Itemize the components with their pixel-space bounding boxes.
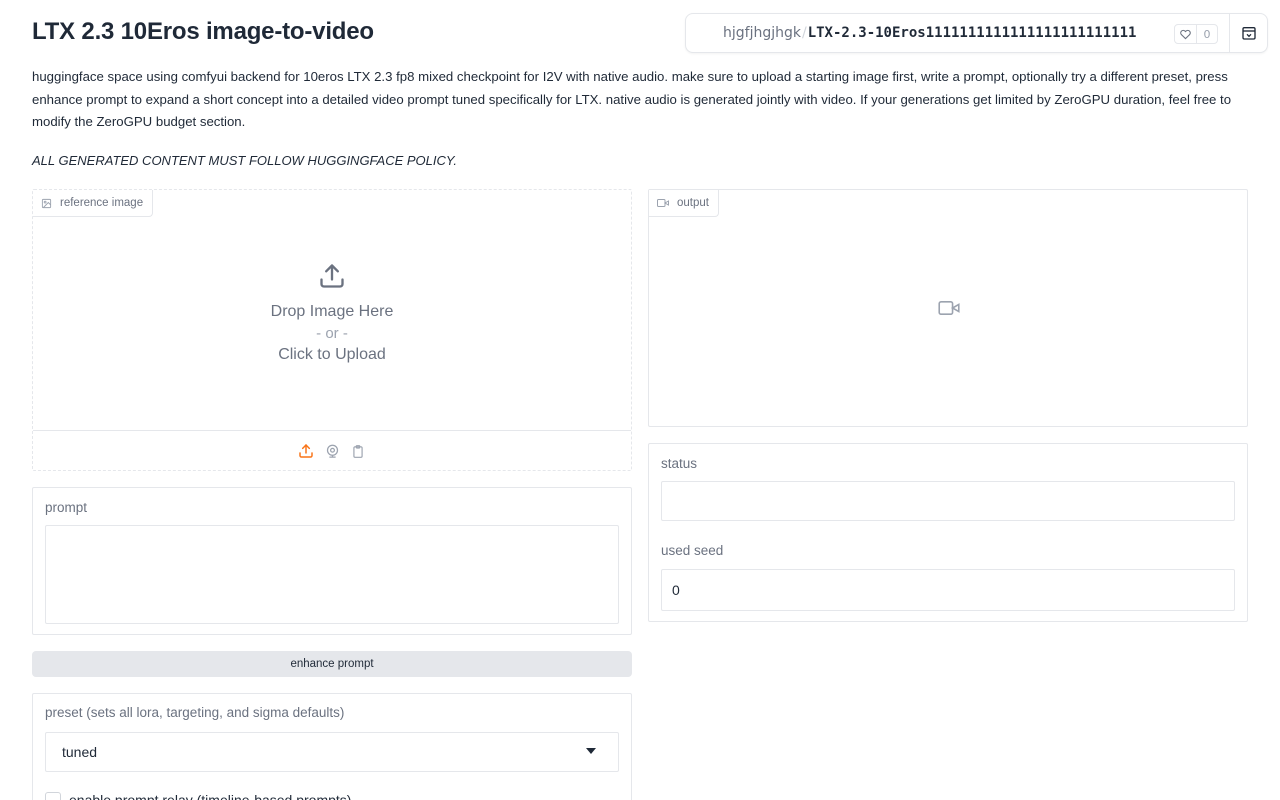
preset-selected-value: tuned xyxy=(62,744,98,760)
app-description: huggingface space using comfyui backend … xyxy=(32,69,1232,129)
webcam-source-button[interactable] xyxy=(323,442,341,460)
preset-block: preset (sets all lora, targeting, and si… xyxy=(32,693,632,800)
used-seed-label: used seed xyxy=(661,543,724,558)
prompt-block: prompt xyxy=(32,487,632,635)
upload-icon xyxy=(320,264,344,288)
space-name-link[interactable]: LTX-2.3-10Eros1111111111111111111111111 xyxy=(808,25,1137,41)
or-text: - or - xyxy=(316,325,348,342)
reference-image-label: reference image xyxy=(33,190,154,217)
clipboard-icon xyxy=(353,444,363,458)
collapse-icon xyxy=(1241,26,1256,40)
image-icon xyxy=(41,198,52,208)
path-separator: / xyxy=(801,25,807,41)
clipboard-source-button[interactable] xyxy=(349,442,367,460)
status-field[interactable] xyxy=(661,481,1235,521)
video-icon xyxy=(657,199,669,207)
drop-image-text: Drop Image Here xyxy=(270,303,394,320)
reference-image-upload[interactable]: reference image Drop Image Here - or - C… xyxy=(32,189,632,471)
like-button[interactable]: 0 xyxy=(1174,24,1218,44)
collapse-header-button[interactable] xyxy=(1229,14,1267,52)
enhance-prompt-button[interactable]: enhance prompt xyxy=(32,651,632,677)
upload-icon xyxy=(299,444,313,458)
like-count: 0 xyxy=(1203,27,1211,41)
prompt-relay-checkbox[interactable] xyxy=(45,792,61,800)
prompt-relay-option[interactable]: enable prompt relay (timeline-based prom… xyxy=(45,792,351,800)
status-label: status xyxy=(661,456,698,471)
webcam-icon xyxy=(326,444,338,458)
upload-dropzone[interactable]: Drop Image Here - or - Click to Upload xyxy=(33,262,631,364)
video-placeholder-icon xyxy=(938,300,960,316)
prompt-input[interactable] xyxy=(45,525,619,624)
space-header: hjgfjhgjhgk / LTX-2.3-10Eros111111111111… xyxy=(685,13,1268,53)
preset-label: preset (sets all lora, targeting, and si… xyxy=(45,705,345,720)
preset-dropdown[interactable]: tuned xyxy=(45,732,619,772)
heart-icon xyxy=(1175,25,1197,43)
used-seed-field[interactable]: 0 xyxy=(661,569,1235,611)
upload-source-button[interactable] xyxy=(297,442,315,460)
upload-source-toolbar xyxy=(33,430,631,471)
prompt-relay-label: enable prompt relay (timeline-based prom… xyxy=(69,792,352,800)
chevron-down-icon xyxy=(586,748,596,754)
policy-notice: ALL GENERATED CONTENT MUST FOLLOW HUGGIN… xyxy=(32,153,457,168)
status-block: status used seed 0 xyxy=(648,443,1248,622)
prompt-label: prompt xyxy=(45,500,88,515)
output-label: output xyxy=(649,190,719,217)
output-video: output xyxy=(648,189,1248,427)
space-owner-link[interactable]: hjgfjhgjhgk xyxy=(723,25,801,41)
page-title: LTX 2.3 10Eros image-to-video xyxy=(32,18,374,45)
click-to-upload-text: Click to Upload xyxy=(278,346,386,363)
